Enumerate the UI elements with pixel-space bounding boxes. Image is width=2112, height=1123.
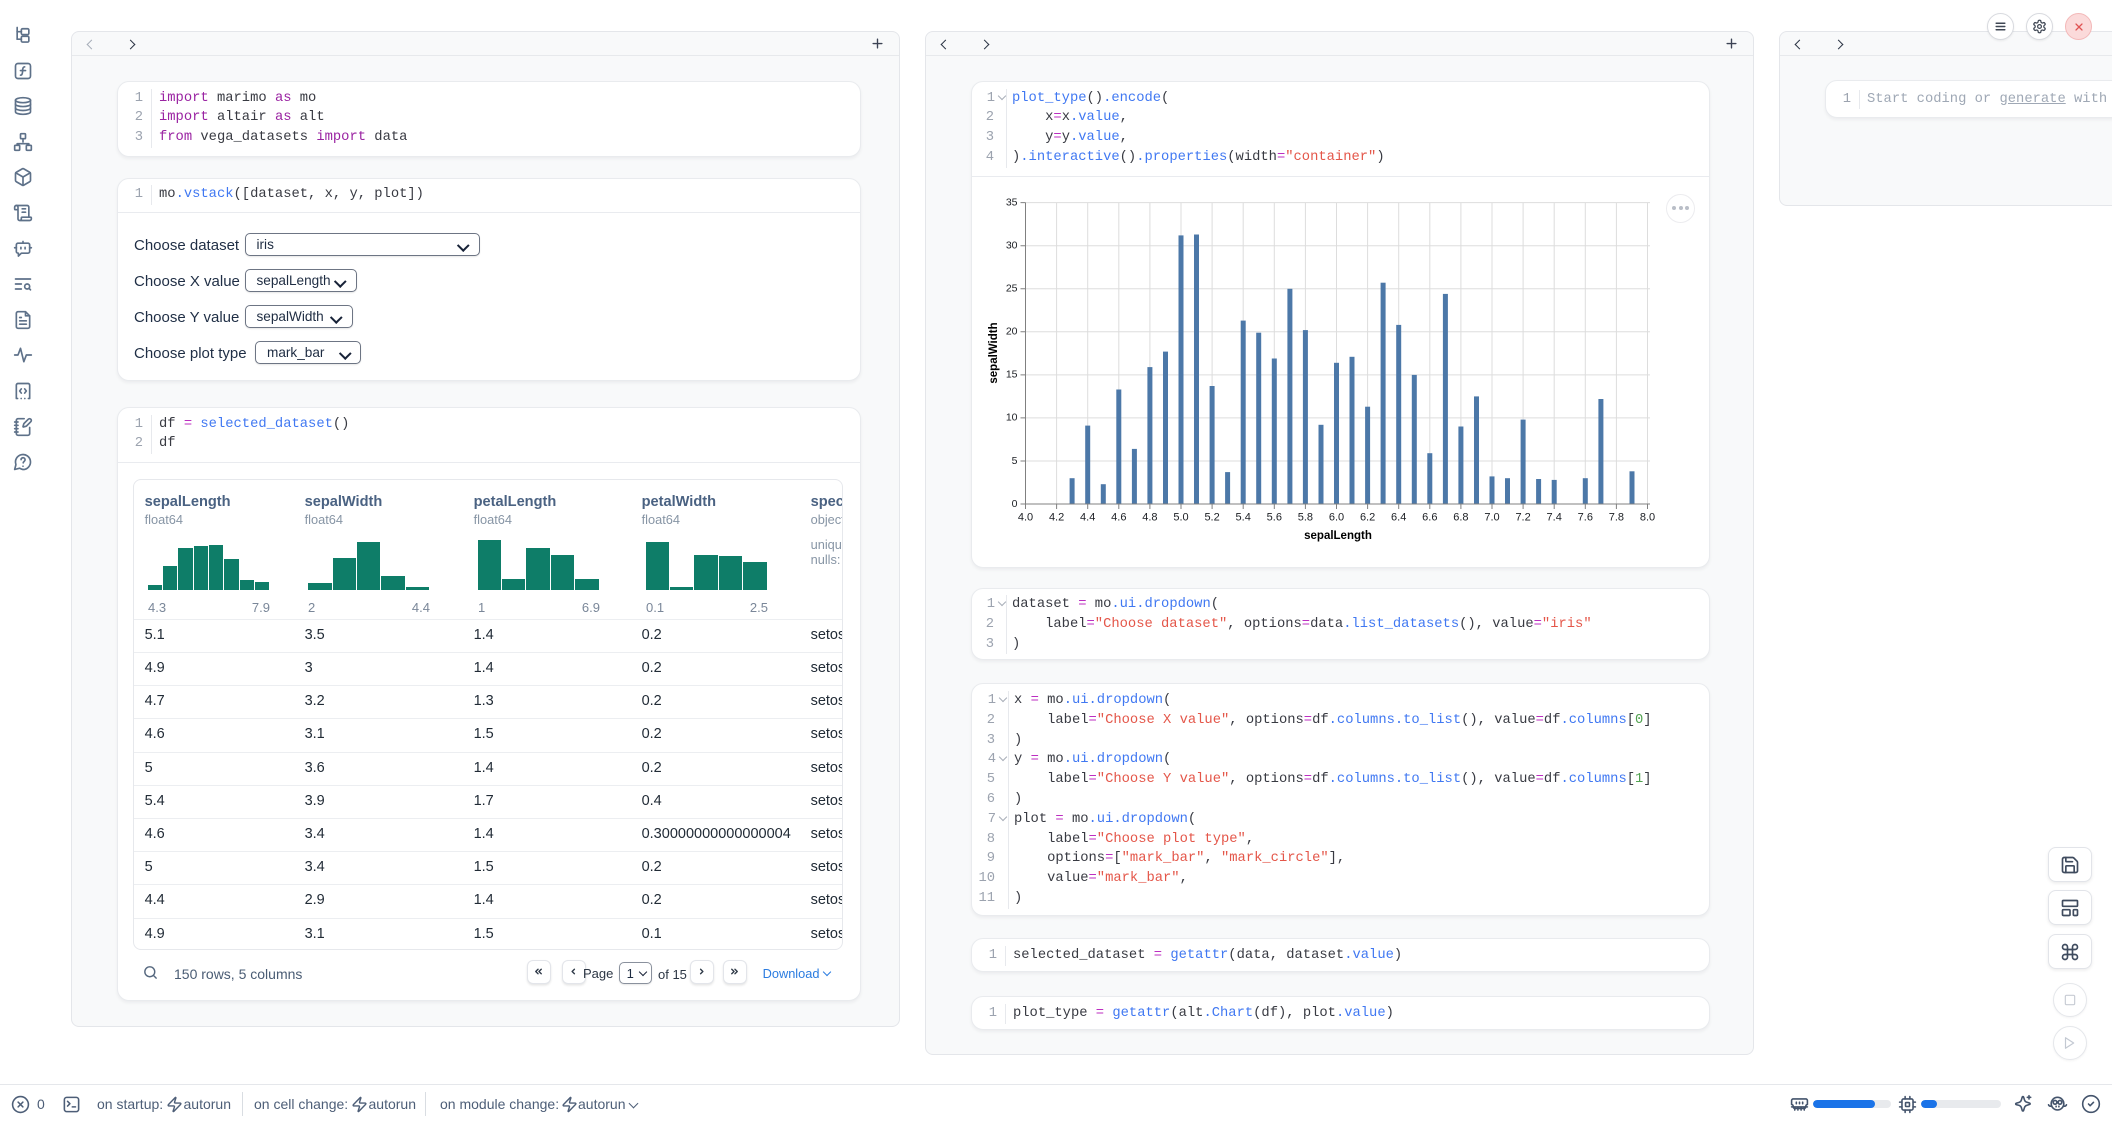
svg-text:4.2: 4.2	[1049, 511, 1064, 523]
svg-text:5: 5	[1012, 454, 1018, 466]
svg-text:4.0: 4.0	[1018, 511, 1033, 523]
svg-text:6.6: 6.6	[1422, 511, 1437, 523]
svg-text:5.4: 5.4	[1236, 511, 1251, 523]
svg-text:0: 0	[1012, 497, 1018, 509]
svg-text:5.8: 5.8	[1298, 511, 1313, 523]
svg-text:7.4: 7.4	[1547, 511, 1562, 523]
svg-text:35: 35	[1006, 196, 1018, 208]
svg-text:4.4: 4.4	[1080, 511, 1095, 523]
svg-text:4.8: 4.8	[1142, 511, 1157, 523]
svg-text:7.6: 7.6	[1578, 511, 1593, 523]
svg-text:sepalWidth: sepalWidth	[988, 322, 1000, 383]
svg-text:25: 25	[1006, 282, 1018, 294]
svg-text:15: 15	[1006, 368, 1018, 380]
svg-text:6.4: 6.4	[1391, 511, 1406, 523]
svg-text:7.0: 7.0	[1484, 511, 1499, 523]
svg-text:5.2: 5.2	[1204, 511, 1219, 523]
svg-text:4.6: 4.6	[1111, 511, 1126, 523]
svg-text:sepalLength: sepalLength	[1304, 530, 1372, 542]
svg-text:10: 10	[1006, 411, 1018, 423]
svg-text:6.0: 6.0	[1329, 511, 1344, 523]
svg-text:8.0: 8.0	[1640, 511, 1655, 523]
svg-text:6.8: 6.8	[1453, 511, 1468, 523]
svg-text:5.6: 5.6	[1267, 511, 1282, 523]
svg-text:30: 30	[1006, 239, 1018, 251]
svg-text:20: 20	[1006, 325, 1018, 337]
svg-text:7.8: 7.8	[1609, 511, 1624, 523]
svg-text:6.2: 6.2	[1360, 511, 1375, 523]
svg-text:5.0: 5.0	[1173, 511, 1188, 523]
svg-text:7.2: 7.2	[1515, 511, 1530, 523]
